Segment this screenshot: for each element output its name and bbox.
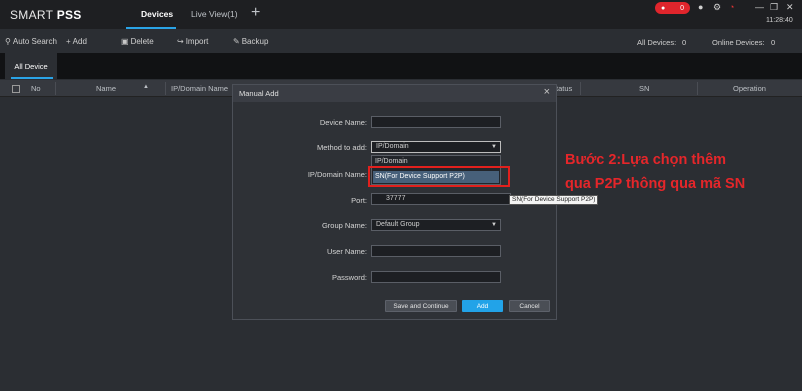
maximize-icon[interactable]: ❐: [770, 2, 778, 13]
col-no[interactable]: No: [31, 84, 41, 93]
port-input[interactable]: 37777: [371, 193, 511, 205]
method-select[interactable]: IP/Domain: [371, 141, 501, 153]
trash-icon: ▣: [121, 37, 129, 46]
annotation-line-1: Bước 2:Lựa chọn thêm: [565, 152, 727, 168]
sort-asc-icon[interactable]: ▲: [143, 84, 149, 90]
chevron-down-icon[interactable]: ▼: [491, 222, 497, 228]
performance-gauge-icon[interactable]: ◔: [729, 2, 734, 12]
device-group-strip: All Device: [0, 53, 802, 79]
group-name-value: Default Group: [376, 221, 420, 228]
tab-active-indicator: [126, 27, 176, 29]
option-ip-domain[interactable]: IP/Domain: [375, 158, 408, 165]
online-devices-count: 0: [771, 38, 776, 47]
col-status[interactable]: tatus: [556, 84, 572, 93]
device-name-input[interactable]: [371, 116, 501, 128]
highlight-box: [368, 166, 510, 187]
delete-button[interactable]: ▣ Delete: [121, 37, 154, 46]
tab-devices[interactable]: Devices: [141, 9, 173, 19]
user-icon[interactable]: ●: [698, 2, 703, 12]
add-tab-icon[interactable]: +: [251, 4, 260, 22]
tab-all-device[interactable]: All Device: [5, 53, 57, 79]
save-and-continue-button[interactable]: Save and Continue: [385, 300, 457, 312]
col-sn[interactable]: SN: [639, 84, 649, 93]
cancel-button[interactable]: Cancel: [509, 300, 550, 312]
chevron-down-icon[interactable]: ▼: [491, 144, 497, 150]
port-value: 37777: [386, 195, 406, 202]
search-icon: ⚲: [5, 37, 11, 46]
device-toolbar: ⚲ Auto Search + Add ▣ Delete ↪ Import ✎ Backu…: [0, 33, 802, 51]
select-all-checkbox[interactable]: [12, 85, 20, 93]
import-icon: ↪: [177, 37, 184, 46]
dialog-header: Manual Add ×: [233, 85, 556, 102]
close-window-icon[interactable]: ✕: [786, 2, 794, 13]
ip-domain-label: IP/Domain Name:: [307, 170, 367, 179]
port-label: Port:: [351, 196, 367, 205]
backup-icon: ✎: [233, 37, 240, 46]
plus-icon: +: [66, 37, 71, 46]
column-divider: [697, 82, 698, 95]
minimize-icon[interactable]: —: [755, 2, 764, 12]
user-name-label: User Name:: [326, 247, 367, 256]
password-label: Password:: [331, 273, 367, 282]
column-divider: [165, 82, 166, 95]
title-bar: SMART PSS Devices Live View(1) + ● 0 ● ⚙…: [0, 0, 802, 29]
add-confirm-button[interactable]: Add: [462, 300, 503, 312]
group-name-select[interactable]: Default Group: [371, 219, 501, 231]
add-button[interactable]: + Add: [66, 37, 87, 46]
column-divider: [55, 82, 56, 95]
user-name-input[interactable]: [371, 245, 501, 257]
annotation-line-2: qua P2P thông qua mã SN: [565, 176, 746, 192]
col-name[interactable]: Name: [96, 84, 116, 93]
alarm-bell-icon: ●: [661, 4, 666, 12]
col-operation[interactable]: Operation: [733, 84, 766, 93]
import-button[interactable]: ↪ Import: [177, 37, 208, 46]
close-icon[interactable]: ×: [544, 86, 550, 98]
method-select-value: IP/Domain: [376, 143, 409, 150]
all-devices-count: 0: [682, 38, 687, 47]
group-name-label: Group Name:: [321, 221, 367, 230]
column-divider: [580, 82, 581, 95]
tab-live-view[interactable]: Live View(1): [191, 9, 238, 19]
all-devices-label: All Devices:: [637, 38, 677, 47]
app-logo: SMART PSS: [10, 8, 82, 22]
clock: 11:28:40: [766, 17, 793, 24]
device-name-label: Device Name:: [319, 118, 367, 127]
alarm-badge[interactable]: ● 0: [655, 2, 690, 14]
col-ip-domain[interactable]: IP/Domain Name: [171, 84, 228, 93]
online-devices-label: Online Devices:: [712, 38, 765, 47]
method-label: Method to add:: [316, 143, 367, 152]
backup-button[interactable]: ✎ Backup: [233, 37, 268, 46]
dialog-title: Manual Add: [239, 89, 279, 98]
settings-gear-icon[interactable]: ⚙: [713, 2, 721, 13]
password-input[interactable]: [371, 271, 501, 283]
option-tooltip: SN(For Device Support P2P): [509, 195, 599, 205]
alarm-count: 0: [680, 4, 684, 12]
auto-search-button[interactable]: ⚲ Auto Search: [5, 37, 57, 46]
